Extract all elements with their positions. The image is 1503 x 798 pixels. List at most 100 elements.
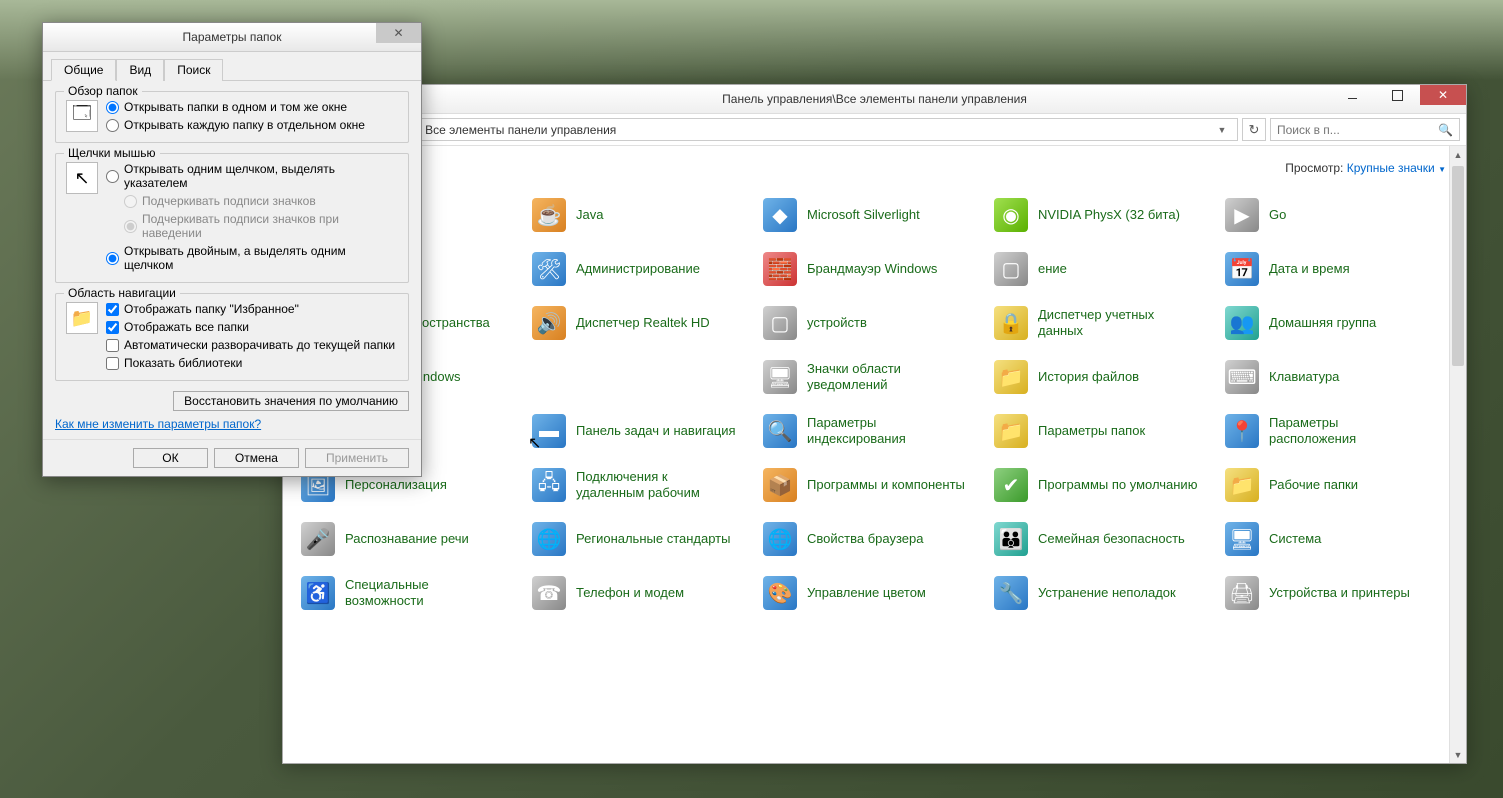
breadcrumb-part[interactable]: Все элементы панели управления bbox=[425, 123, 616, 137]
control-panel-item[interactable]: 🖥Значки области уведомлений bbox=[763, 359, 984, 395]
cp-item-label: Телефон и модем bbox=[576, 585, 684, 601]
dialog-footer: ОК Отмена Применить bbox=[43, 439, 421, 476]
main-window-title: Панель управления\Все элементы панели уп… bbox=[283, 92, 1466, 106]
view-toggle[interactable]: Просмотр: Крупные значки ▼ bbox=[1285, 161, 1446, 175]
scrollbar-thumb[interactable] bbox=[1452, 166, 1464, 366]
cp-item-icon: ▬ bbox=[532, 414, 566, 448]
cp-item-label: устройств bbox=[807, 315, 867, 331]
cp-item-icon: 👪 bbox=[994, 522, 1028, 556]
address-bar: Панель управления ▶ Все элементы панели … bbox=[283, 114, 1466, 146]
control-panel-item[interactable]: 🛠 Администрирование bbox=[532, 251, 753, 287]
control-panel-item[interactable]: 📁Параметры папок bbox=[994, 413, 1215, 449]
control-panel-item[interactable]: 🖨Устройства и принтеры bbox=[1225, 575, 1446, 611]
dialog-titlebar[interactable]: Параметры папок ✕ bbox=[43, 23, 421, 52]
control-panel-item[interactable]: ▢устройств bbox=[763, 305, 984, 341]
tab-view[interactable]: Вид bbox=[116, 59, 164, 81]
cp-item-label: Параметры расположения bbox=[1269, 415, 1429, 448]
control-panel-item[interactable]: ◉NVIDIA PhysX (32 бита) bbox=[994, 197, 1215, 233]
cp-item-icon: 🔒 bbox=[994, 306, 1028, 340]
folder-window-icon: 🗔 bbox=[66, 100, 98, 132]
check-show-all-folders[interactable]: Отображать все папки bbox=[106, 320, 398, 334]
tab-search[interactable]: Поиск bbox=[164, 59, 223, 81]
control-panel-item[interactable]: 🌐 Свойства браузера bbox=[763, 521, 984, 557]
radio-new-window[interactable]: Открывать каждую папку в отдельном окне bbox=[106, 118, 398, 132]
main-titlebar[interactable]: Панель управления\Все элементы панели уп… bbox=[283, 85, 1466, 114]
radio-double-click[interactable]: Открывать двойным, а выделять одним щелч… bbox=[106, 244, 398, 272]
search-box[interactable]: 🔍 bbox=[1270, 118, 1460, 141]
chevron-down-icon[interactable]: ▼ bbox=[1213, 125, 1231, 135]
cp-item-label: NVIDIA PhysX (32 бита) bbox=[1038, 207, 1180, 223]
minimize-button[interactable] bbox=[1330, 85, 1375, 105]
control-panel-item[interactable]: 🔍Параметры индексирования bbox=[763, 413, 984, 449]
control-panel-item[interactable]: 📅Дата и время bbox=[1225, 251, 1446, 287]
apply-button[interactable]: Применить bbox=[305, 448, 409, 468]
control-panel-item[interactable]: ☕Java bbox=[532, 197, 753, 233]
maximize-button[interactable] bbox=[1375, 85, 1420, 105]
cp-item-label: Система bbox=[1269, 531, 1321, 547]
control-panel-item[interactable]: 📁История файлов bbox=[994, 359, 1215, 395]
check-show-libraries[interactable]: Показать библиотеки bbox=[106, 356, 398, 370]
control-panel-item[interactable]: 🖧Подключения к удаленным рабочим bbox=[532, 467, 753, 503]
scroll-down-icon[interactable]: ▼ bbox=[1450, 746, 1466, 763]
control-panel-item[interactable]: ⌨Клавиатура bbox=[1225, 359, 1446, 395]
breadcrumb[interactable]: Панель управления ▶ Все элементы панели … bbox=[289, 118, 1238, 141]
cp-item-icon: 🔊 bbox=[532, 306, 566, 340]
control-panel-item[interactable]: 🔧Устранение неполадок bbox=[994, 575, 1215, 611]
help-link[interactable]: Как мне изменить параметры папок? bbox=[55, 417, 261, 431]
cp-item-icon: 📍 bbox=[1225, 414, 1259, 448]
control-panel-item[interactable]: ▶Go bbox=[1225, 197, 1446, 233]
control-panel-item[interactable]: 👥Домашняя группа bbox=[1225, 305, 1446, 341]
cp-item-label: Параметры папок bbox=[1038, 423, 1145, 439]
chevron-down-icon: ▼ bbox=[1438, 165, 1446, 174]
cp-item-icon: 🔧 bbox=[994, 576, 1028, 610]
control-panel-item[interactable]: 🎤Распознавание речи bbox=[301, 521, 522, 557]
cp-item-icon: 🖨 bbox=[1225, 576, 1259, 610]
cp-item-icon: 🛠 bbox=[532, 252, 566, 286]
control-panel-item[interactable]: ▢ение bbox=[994, 251, 1215, 287]
folder-options-dialog: Параметры папок ✕ Общие Вид Поиск Обзор … bbox=[42, 22, 422, 477]
control-panel-item[interactable]: 🖥 Система bbox=[1225, 521, 1446, 557]
control-panel-item[interactable]: ▬Панель задач и навигация bbox=[532, 413, 753, 449]
cp-item-icon: 🌐 bbox=[532, 522, 566, 556]
close-button[interactable] bbox=[1420, 85, 1466, 105]
search-input[interactable] bbox=[1277, 123, 1438, 137]
radio-same-window[interactable]: Открывать папки в одном и том же окне bbox=[106, 100, 398, 114]
cancel-button[interactable]: Отмена bbox=[214, 448, 299, 468]
refresh-button[interactable]: ↻ bbox=[1242, 118, 1266, 141]
cp-item-icon: 📦 bbox=[763, 468, 797, 502]
control-panel-item[interactable]: 🌐Региональные стандарты bbox=[532, 521, 753, 557]
control-panel-item[interactable]: ♿Специальные возможности bbox=[301, 575, 522, 611]
control-panel-item[interactable]: ☎Телефон и модем bbox=[532, 575, 753, 611]
group-nav-pane: Область навигации 📁 Отображать папку "Из… bbox=[55, 293, 409, 381]
control-panel-item[interactable]: 👪Семейная безопасность bbox=[994, 521, 1215, 557]
control-panel-item[interactable]: ◆Microsoft Silverlight bbox=[763, 197, 984, 233]
control-panel-item[interactable]: ✔Программы по умолчанию bbox=[994, 467, 1215, 503]
cp-item-label: Go bbox=[1269, 207, 1286, 223]
control-panel-item[interactable]: 🧱Брандмауэр Windows bbox=[763, 251, 984, 287]
cp-item-icon: 🎤 bbox=[301, 522, 335, 556]
scroll-up-icon[interactable]: ▲ bbox=[1450, 146, 1466, 163]
cp-item-icon: 🌐 bbox=[763, 522, 797, 556]
check-auto-expand[interactable]: Автоматически разворачивать до текущей п… bbox=[106, 338, 398, 352]
ok-button[interactable]: ОК bbox=[133, 448, 208, 468]
control-panel-item[interactable]: 🎨Управление цветом bbox=[763, 575, 984, 611]
cp-item-icon: 🖥 bbox=[1225, 522, 1259, 556]
cp-item-icon: 👥 bbox=[1225, 306, 1259, 340]
cp-item-icon: 📁 bbox=[994, 360, 1028, 394]
control-panel-window: Панель управления\Все элементы панели уп… bbox=[282, 84, 1467, 764]
check-show-favorites[interactable]: Отображать папку "Избранное" bbox=[106, 302, 398, 316]
dialog-close-button[interactable]: ✕ bbox=[376, 23, 421, 43]
cp-item-icon: ◆ bbox=[763, 198, 797, 232]
control-panel-item[interactable]: 📦Программы и компоненты bbox=[763, 467, 984, 503]
control-panel-item[interactable]: 🔒Диспетчер учетных данных bbox=[994, 305, 1215, 341]
restore-defaults-button[interactable]: Восстановить значения по умолчанию bbox=[173, 391, 409, 411]
control-panel-item[interactable]: 📍 Параметры расположения bbox=[1225, 413, 1446, 449]
control-panel-item[interactable]: 📁Рабочие папки bbox=[1225, 467, 1446, 503]
tab-general[interactable]: Общие bbox=[51, 59, 116, 81]
control-panel-item[interactable]: 🔊Диспетчер Realtek HD bbox=[532, 305, 753, 341]
cp-item-label: Администрирование bbox=[576, 261, 700, 277]
radio-single-click[interactable]: Открывать одним щелчком, выделять указат… bbox=[106, 162, 398, 190]
cp-item-label: Программы по умолчанию bbox=[1038, 477, 1197, 493]
scrollbar-vertical[interactable]: ▲ ▼ bbox=[1449, 146, 1466, 763]
cp-item-label: Свойства браузера bbox=[807, 531, 923, 547]
